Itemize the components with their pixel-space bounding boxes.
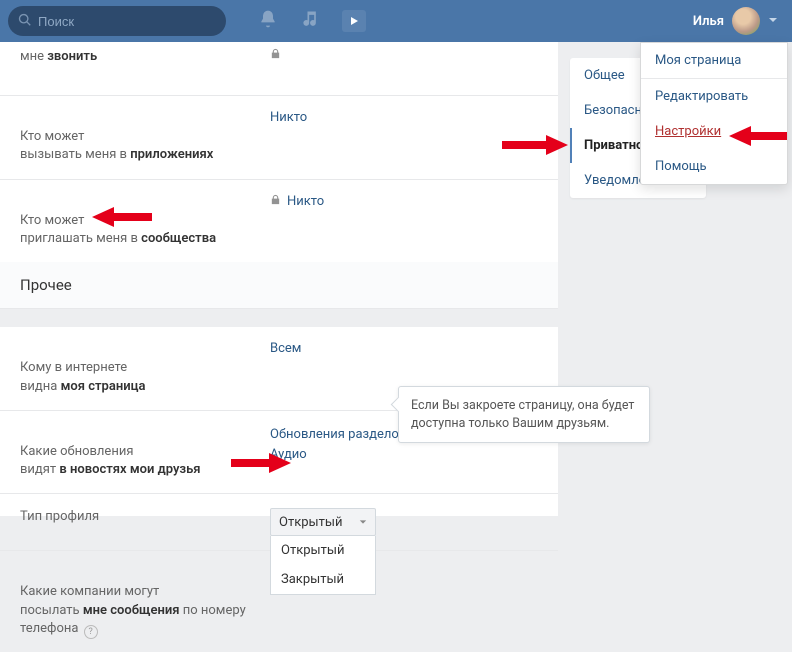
top-header: Илья <box>0 0 792 42</box>
setting-row-apps: Кто может вызывать меня в приложениях Ни… <box>0 96 558 180</box>
setting-value[interactable] <box>270 48 287 63</box>
music-icon[interactable] <box>300 9 320 33</box>
feed-link-audio[interactable]: Аудио <box>270 447 307 462</box>
header-icons <box>258 9 366 33</box>
setting-label: Тип профиля <box>20 508 270 526</box>
user-menu-edit[interactable]: Редактировать <box>641 79 787 114</box>
chevron-down-icon <box>768 14 778 29</box>
lock-icon <box>270 48 281 63</box>
setting-value[interactable]: Никто <box>270 194 324 209</box>
setting-row-call: мне звонить <box>0 42 558 96</box>
user-menu: Моя страница Редактировать Настройки Пом… <box>640 42 788 185</box>
setting-label: Какие обновления видят в новостях мои др… <box>20 425 270 480</box>
section-spacer <box>0 309 558 327</box>
search-icon <box>18 12 32 31</box>
search-wrap <box>8 6 226 36</box>
setting-label: мне звонить <box>20 48 270 66</box>
bell-icon[interactable] <box>258 9 278 33</box>
setting-row-invite: Кто может приглашать меня в сообщества Н… <box>0 180 558 263</box>
avatar <box>732 7 760 35</box>
setting-value[interactable]: Всем <box>270 341 301 356</box>
user-menu-help[interactable]: Помощь <box>641 149 787 184</box>
search-input[interactable] <box>38 14 216 29</box>
help-icon[interactable]: ? <box>84 625 98 639</box>
setting-value[interactable]: Никто <box>270 110 307 125</box>
setting-row-profile-type: Тип профиля Открытый Открытый Закрытый <box>0 494 558 551</box>
dropdown-option-open[interactable]: Открытый <box>271 536 375 565</box>
user-menu-settings[interactable]: Настройки <box>641 114 787 149</box>
user-name: Илья <box>693 14 724 29</box>
setting-label: Кто может вызывать меня в приложениях <box>20 110 270 165</box>
setting-label: Кому в интернете видна моя страница <box>20 341 270 396</box>
play-button[interactable] <box>342 10 366 32</box>
dropdown-selected[interactable]: Открытый <box>270 508 376 536</box>
profile-type-dropdown: Открытый Открытый Закрытый <box>270 508 376 536</box>
profile-type-tooltip: Если Вы закроете страницу, она будет дос… <box>398 386 650 443</box>
dropdown-option-closed[interactable]: Закрытый <box>271 565 375 594</box>
lock-icon <box>270 194 281 209</box>
dropdown-list: Открытый Закрытый <box>270 536 376 595</box>
user-menu-my-page[interactable]: Моя страница <box>641 43 787 78</box>
settings-main: мне звонить Кто может вызывать меня в пр… <box>0 42 558 516</box>
setting-label: Какие компании могут посылать мне сообще… <box>20 565 270 638</box>
user-area[interactable]: Илья <box>687 0 784 42</box>
setting-label: Кто может приглашать меня в сообщества <box>20 194 270 249</box>
section-title-other: Прочее <box>0 262 558 309</box>
